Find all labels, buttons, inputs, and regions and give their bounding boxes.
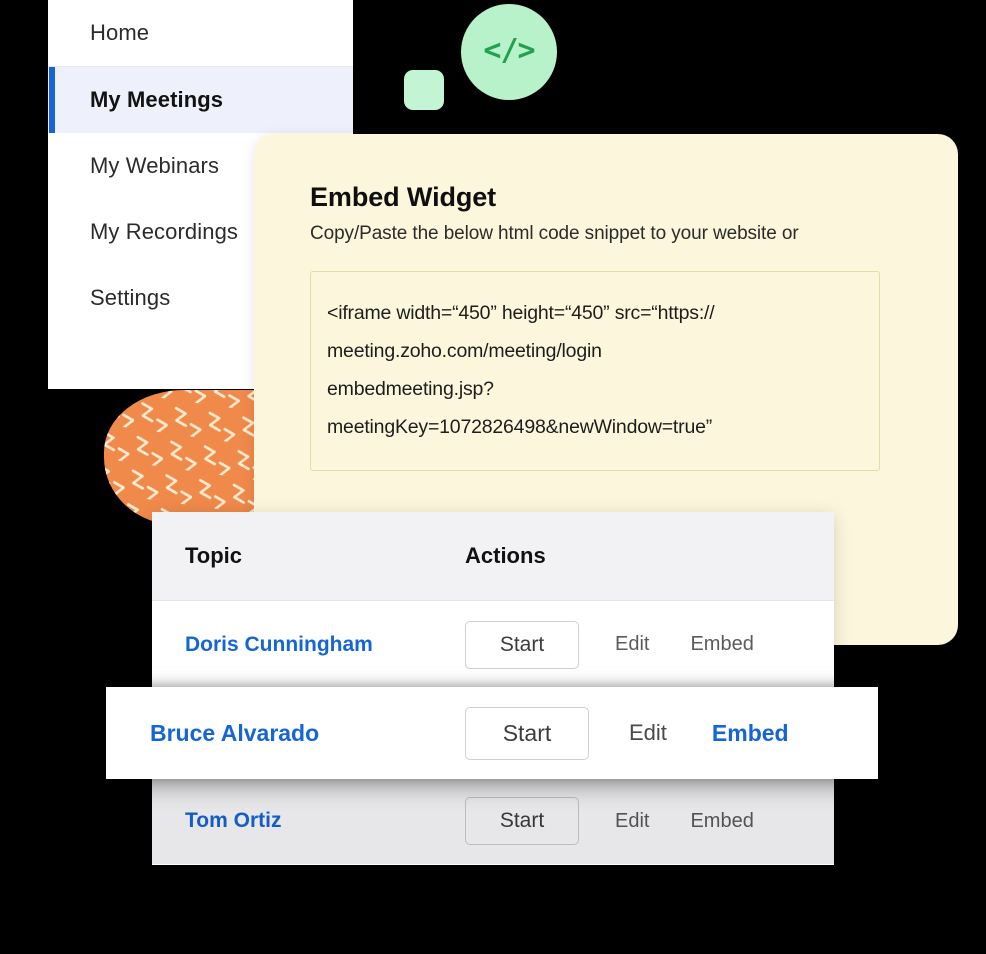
start-button[interactable]: Start: [465, 620, 579, 669]
embed-code-line: meeting.zoho.com/meeting/login: [327, 340, 602, 362]
embed-code-box[interactable]: <iframe width=“450” height=“450” src=“ht…: [310, 271, 880, 471]
meeting-topic-link[interactable]: Bruce Alvarado: [106, 720, 465, 747]
row-actions: Start Edit Embed: [465, 797, 754, 845]
embed-link-active[interactable]: Embed: [712, 720, 789, 747]
sidebar-item-label: Settings: [90, 285, 171, 310]
table-header-row: Topic Actions: [152, 512, 834, 601]
embed-code-line: <iframe width=“450” height=“450” src=“ht…: [327, 302, 715, 324]
embed-link[interactable]: Embed: [690, 633, 753, 656]
sidebar-item-label: My Webinars: [90, 153, 220, 178]
table-row[interactable]: Tom Ortiz Start Edit Embed: [152, 777, 834, 865]
orange-pattern-decoration: [104, 390, 270, 525]
code-icon: </>: [461, 4, 557, 100]
start-button[interactable]: Start: [465, 706, 589, 760]
sidebar-item-label: My Recordings: [90, 219, 239, 244]
meeting-topic-link[interactable]: Doris Cunningham: [152, 633, 465, 657]
column-header-actions: Actions: [465, 543, 546, 568]
edit-link[interactable]: Edit: [629, 720, 667, 746]
sidebar-item-label: Home: [90, 20, 150, 45]
edit-link[interactable]: Edit: [615, 633, 649, 656]
table-row[interactable]: Doris Cunningham Start Edit Embed: [152, 601, 834, 689]
meeting-topic-link[interactable]: Tom Ortiz: [152, 809, 465, 833]
green-square-decoration: [404, 70, 444, 110]
edit-link[interactable]: Edit: [615, 810, 649, 833]
screenshot-stage: </> Home My Meetings My Webinars My Reco…: [0, 0, 986, 954]
page-title: Embed Widget: [310, 182, 497, 212]
row-actions: Start Edit Embed: [465, 620, 754, 669]
embed-code-line: embedmeeting.jsp?: [327, 378, 494, 400]
embed-code-line: meetingKey=1072826498&newWindow=true”: [327, 416, 713, 438]
embed-widget-subtitle: Copy/Paste the below html code snippet t…: [310, 223, 799, 244]
sidebar-item-label: My Meetings: [90, 87, 224, 112]
row-actions: Start Edit Embed: [465, 706, 789, 760]
start-button[interactable]: Start: [465, 797, 579, 845]
sidebar-item-my-meetings[interactable]: My Meetings: [48, 67, 353, 133]
column-header-topic: Topic: [185, 543, 243, 568]
embed-link[interactable]: Embed: [690, 810, 753, 833]
sidebar-item-home[interactable]: Home: [48, 0, 353, 66]
code-icon-glyph: </>: [483, 33, 535, 68]
table-row-highlighted[interactable]: Bruce Alvarado Start Edit Embed: [106, 687, 878, 779]
